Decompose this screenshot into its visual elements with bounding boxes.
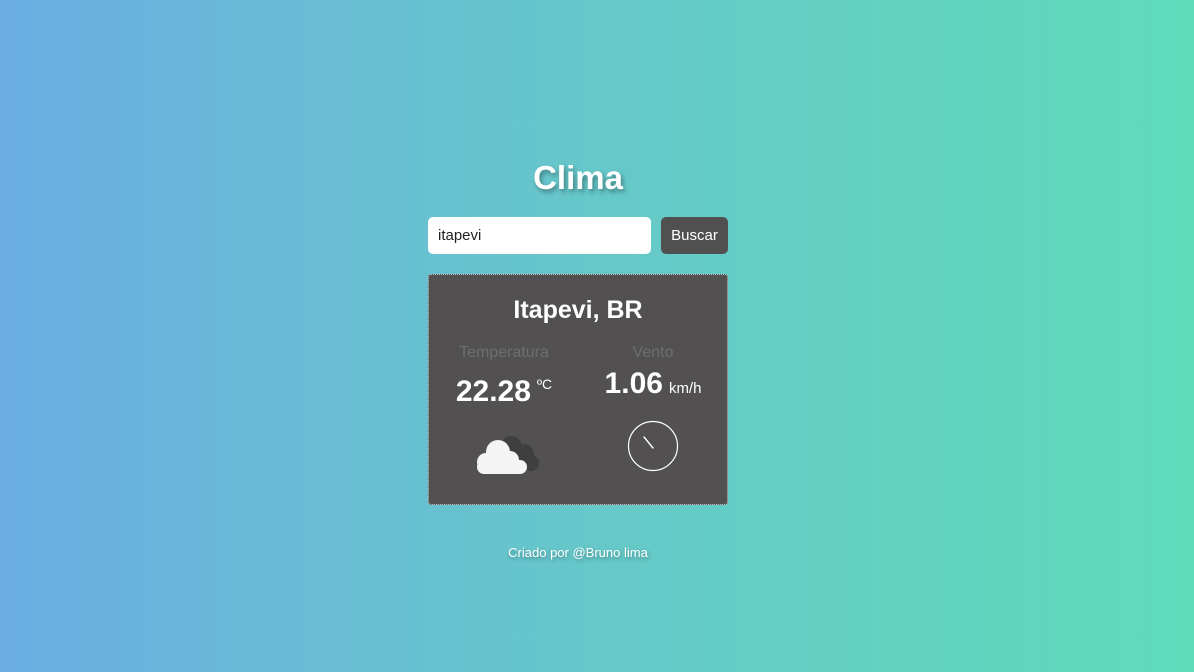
temperature-label: Temperatura bbox=[459, 344, 549, 361]
wind-section: Vento 1.06 km/h bbox=[578, 343, 728, 407]
location-name: Itapevi, BR bbox=[513, 296, 643, 324]
wind-unit: km/h bbox=[668, 380, 702, 397]
search-bar: Buscar bbox=[428, 217, 728, 254]
wind-reading: 1.06 km/h bbox=[578, 366, 728, 407]
temperature-unit: ºC bbox=[536, 376, 553, 392]
page-title: Clima bbox=[533, 159, 623, 196]
temperature-reading: 22.28 ºC bbox=[429, 366, 579, 415]
wind-label: Vento bbox=[632, 344, 674, 361]
city-search-input[interactable] bbox=[428, 217, 651, 254]
temperature-section: Temperatura 22.28 ºC bbox=[429, 343, 579, 415]
search-button[interactable]: Buscar bbox=[661, 217, 728, 254]
wind-value: 1.06 bbox=[604, 367, 663, 400]
cloud-icon bbox=[477, 436, 539, 474]
footer-credit: Criado por @Bruno lima bbox=[508, 545, 648, 560]
weather-card: Itapevi, BR Temperatura 22.28 ºC Vento 1.… bbox=[428, 274, 728, 505]
wind-direction-icon bbox=[627, 420, 679, 472]
temperature-value: 22.28 bbox=[455, 375, 531, 408]
